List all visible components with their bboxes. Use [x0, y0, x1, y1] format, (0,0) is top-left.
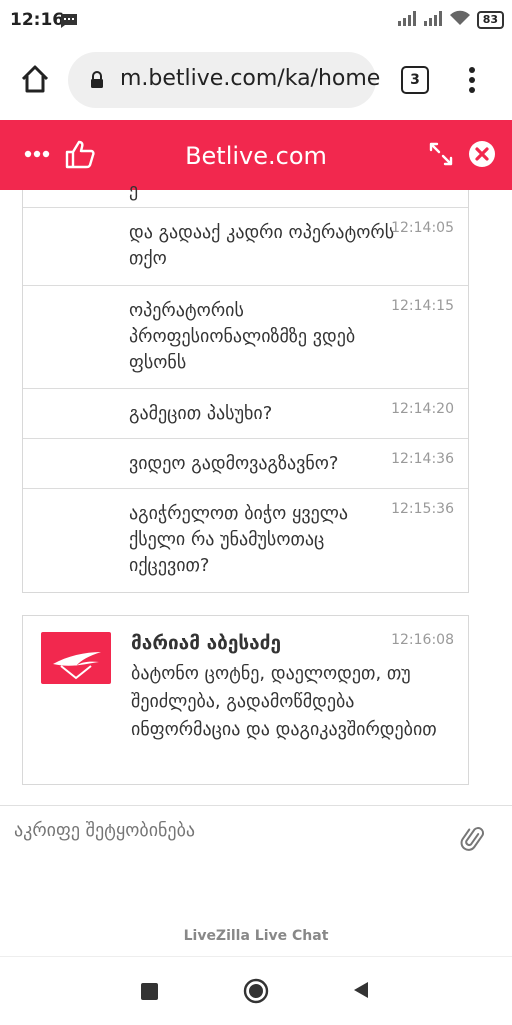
browser-toolbar: m.betlive.com/ka/home 3: [0, 40, 512, 120]
cut-off-message-text: ე: [129, 180, 139, 201]
chat-message: ოპერატორის პროფესიონალიზმზე ვდებ ფსონს 1…: [23, 285, 468, 389]
tab-switcher-button[interactable]: 3: [401, 66, 429, 94]
status-time: 12:16: [10, 10, 65, 30]
chat-message: გამეცით პასუხი? 12:14:20: [23, 388, 468, 439]
url-text: m.betlive.com/ka/home: [120, 66, 381, 91]
message-text: და გადააქ კადრი ოპერატორს თქო: [129, 222, 395, 269]
message-input[interactable]: [14, 820, 434, 841]
message-time: 12:14:36: [391, 451, 454, 467]
chat-message: ვიდეო გადმოვაგზავნო? 12:14:36: [23, 438, 468, 489]
message-text: აგიჭრელოთ ბიჭო ყველა ქსელი რა უნამუსოთაც…: [129, 503, 349, 576]
powered-by-footer: LiveZilla Live Chat: [183, 928, 329, 944]
system-navigation-bar: [0, 956, 512, 1025]
close-icon[interactable]: [468, 140, 496, 168]
wifi-icon: [449, 10, 471, 30]
message-time: 12:14:05: [391, 220, 454, 236]
more-options-icon[interactable]: [462, 66, 482, 96]
attachment-icon[interactable]: [458, 824, 488, 854]
agent-message: მარიამ აბესაძე 12:16:08 ბატონო ცოტნე, და…: [22, 615, 469, 785]
composer-divider: [0, 805, 512, 806]
status-bar: 12:16 83: [0, 0, 512, 40]
chat-header: Betlive.com: [0, 120, 512, 190]
message-time: 12:14:20: [391, 401, 454, 417]
agent-name: მარიამ აბესაძე: [131, 632, 282, 654]
message-text: გამეცით პასუხი?: [129, 403, 273, 424]
home-button-icon[interactable]: [243, 978, 269, 1004]
lock-icon: [90, 71, 104, 93]
message-text: ოპერატორის პროფესიონალიზმზე ვდებ ფსონს: [129, 300, 356, 373]
chat-message-list[interactable]: ე და გადააქ კადრი ოპერატორს თქო 12:14:05…: [22, 180, 469, 593]
home-icon[interactable]: [18, 62, 52, 96]
message-text: ვიდეო გადმოვაგზავნო?: [129, 453, 339, 474]
back-icon[interactable]: [352, 980, 370, 1004]
message-notification-icon: [60, 13, 78, 33]
recent-apps-icon[interactable]: [141, 983, 158, 1000]
expand-icon[interactable]: [428, 141, 454, 167]
address-bar[interactable]: m.betlive.com/ka/home: [68, 52, 380, 108]
message-time: 12:14:15: [391, 298, 454, 314]
agent-avatar: [41, 632, 111, 684]
signal-icon-2: [423, 10, 443, 30]
message-time: 12:15:36: [391, 501, 454, 517]
chat-message: და გადააქ კადრი ოპერატორს თქო 12:14:05: [23, 207, 468, 286]
signal-icon: [397, 10, 417, 30]
agent-message-time: 12:16:08: [391, 632, 454, 648]
agent-message-text: ბატონო ცოტნე, დაელოდეთ, თუ შეიძლება, გად…: [131, 663, 437, 740]
chat-message: აგიჭრელოთ ბიჭო ყველა ქსელი რა უნამუსოთაც…: [23, 488, 468, 593]
battery-indicator: 83: [476, 11, 504, 29]
